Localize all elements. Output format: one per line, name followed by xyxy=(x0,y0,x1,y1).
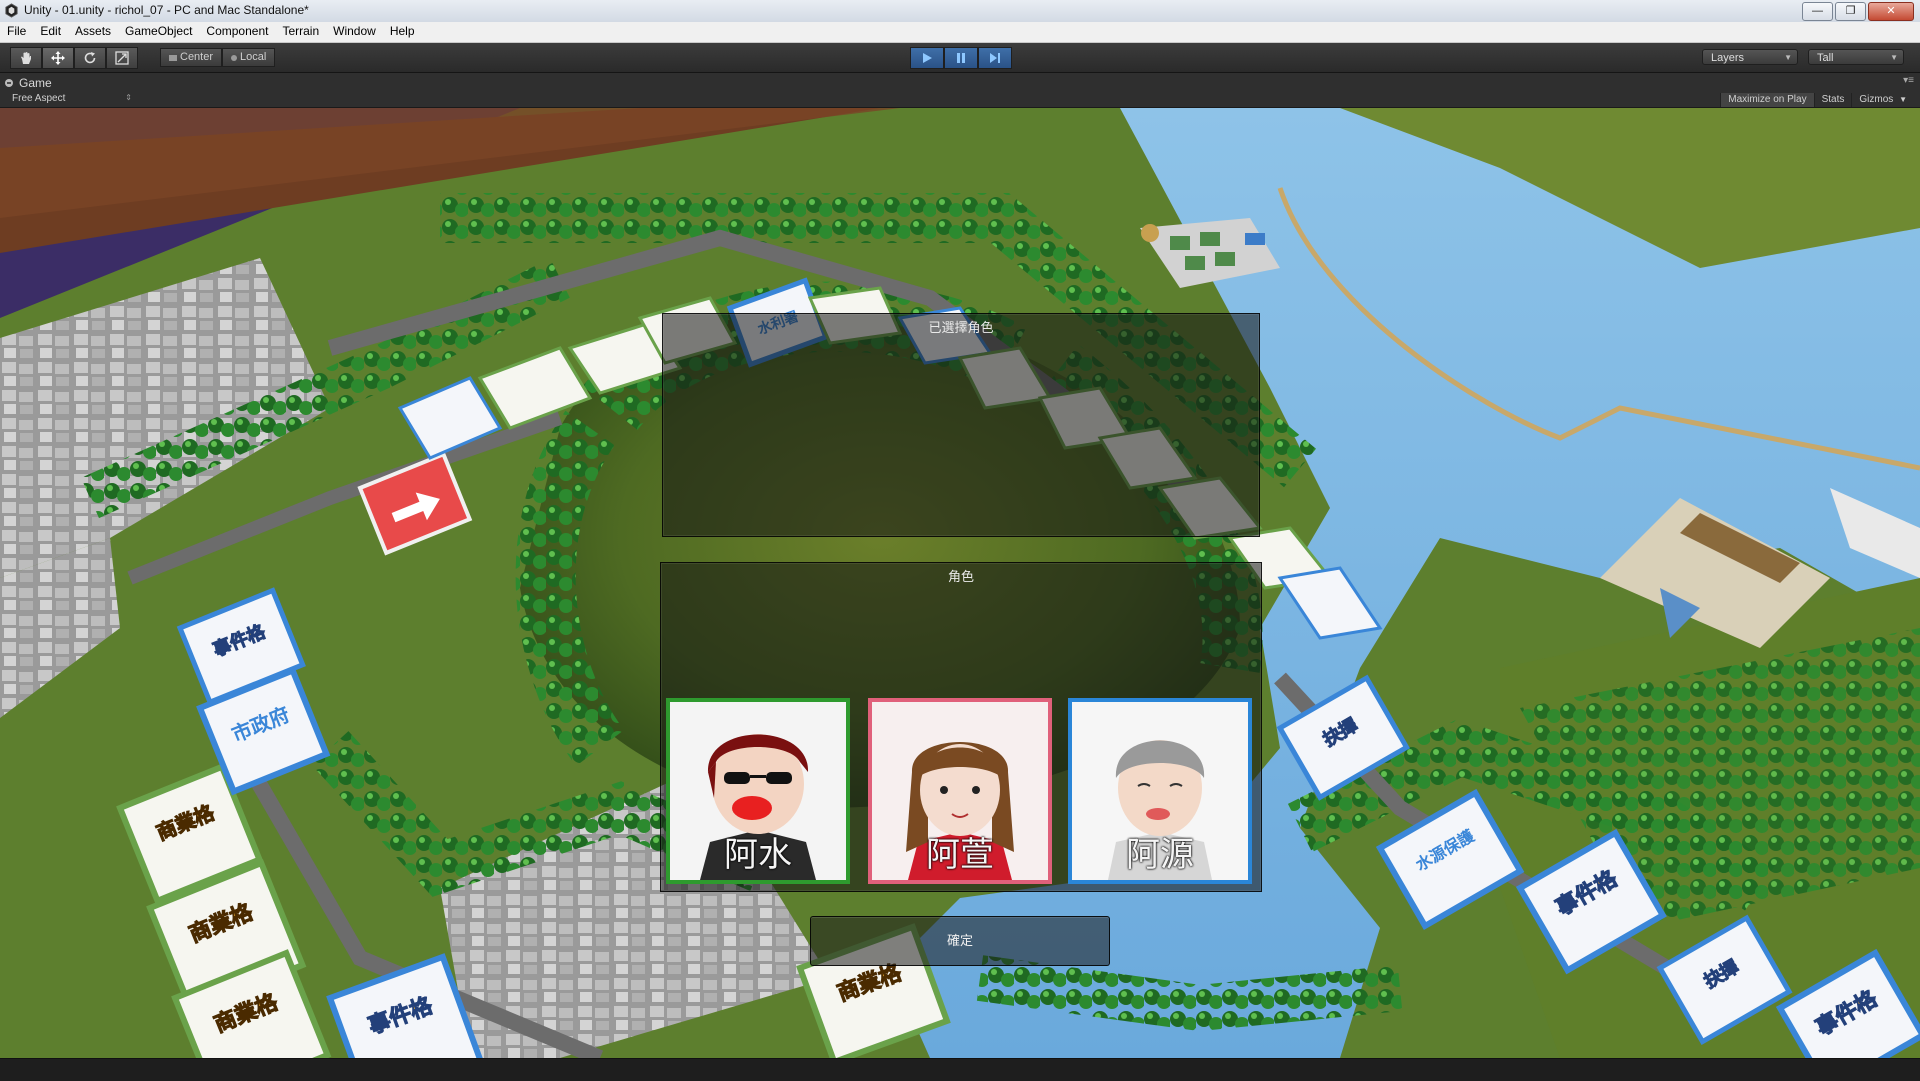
window-title: Unity - 01.unity - richol_07 - PC and Ma… xyxy=(24,3,309,17)
game-tab-label: Game xyxy=(19,76,52,90)
chevron-down-icon: ▼ xyxy=(1784,53,1792,62)
layout-dropdown[interactable]: Tall ▼ xyxy=(1808,49,1904,65)
menu-component[interactable]: Component xyxy=(199,22,275,42)
chevron-down-icon: ▼ xyxy=(1899,95,1907,104)
character-name: 阿水 xyxy=(724,835,792,875)
pivot-center-toggle[interactable]: Center xyxy=(160,48,223,67)
rotate-icon xyxy=(84,52,96,64)
menubar: File Edit Assets GameObject Component Te… xyxy=(0,22,1920,43)
pivot-local-toggle[interactable]: Local xyxy=(222,48,276,67)
layers-dropdown[interactable]: Layers ▼ xyxy=(1702,49,1798,65)
character-card-axuan[interactable]: 阿萱 xyxy=(868,698,1052,884)
play-icon xyxy=(923,53,932,63)
confirm-button[interactable]: 確定 xyxy=(810,916,1110,966)
layers-dropdown-label: Layers xyxy=(1711,52,1745,64)
play-button[interactable] xyxy=(910,47,944,69)
menu-window[interactable]: Window xyxy=(326,22,383,42)
aspect-dropdown[interactable]: Free Aspect ⇕ xyxy=(12,93,132,104)
character-name: 阿萱 xyxy=(926,835,994,875)
pause-button[interactable] xyxy=(944,47,978,69)
gizmos-dropdown[interactable]: Gizmos ▼ xyxy=(1851,93,1914,107)
game-view-buttons: Maximize on Play Stats Gizmos ▼ xyxy=(1720,93,1914,107)
character-select-title: 角色 xyxy=(947,569,974,584)
game-view-header: Game ▾≡ Free Aspect ⇕ Maximize on Play S… xyxy=(0,73,1920,108)
scale-icon xyxy=(115,51,129,65)
maximize-on-play-toggle[interactable]: Maximize on Play xyxy=(1720,93,1814,107)
character-card-ayuan[interactable]: 阿源 xyxy=(1068,698,1252,884)
menu-help[interactable]: Help xyxy=(383,22,422,42)
rotate-tool-button[interactable] xyxy=(74,47,106,69)
updown-arrow-icon: ⇕ xyxy=(125,93,132,102)
pivot-local-label: Local xyxy=(240,51,267,63)
chevron-down-icon: ▼ xyxy=(1890,53,1898,62)
stats-toggle[interactable]: Stats xyxy=(1813,93,1852,107)
close-button[interactable]: ✕ xyxy=(1868,2,1914,21)
pivot-toggles: Center Local xyxy=(160,48,276,67)
step-button[interactable] xyxy=(978,47,1012,69)
pause-icon xyxy=(957,53,965,63)
main-toolbar: Center Local Layers ▼ Tall ▼ xyxy=(0,43,1920,73)
selected-character-title: 已選擇角色 xyxy=(928,320,994,335)
game-viewport[interactable]: 商業格 商業格 商業格 事件格 商業格 事件格 市政府 水源保護 事件格 事件格… xyxy=(0,108,1920,1058)
unity-logo-icon xyxy=(5,3,18,18)
step-icon xyxy=(990,53,1000,63)
menu-file[interactable]: File xyxy=(0,22,33,42)
menu-gameobject[interactable]: GameObject xyxy=(118,22,199,42)
menu-edit[interactable]: Edit xyxy=(33,22,68,42)
minimize-button[interactable]: — xyxy=(1802,2,1833,21)
hand-icon xyxy=(21,52,31,64)
menu-assets[interactable]: Assets xyxy=(68,22,118,42)
selected-character-panel: 已選擇角色 xyxy=(662,313,1260,537)
transform-tools xyxy=(10,47,138,69)
aspect-dropdown-label: Free Aspect xyxy=(12,93,66,104)
move-icon xyxy=(51,51,65,65)
window-titlebar: Unity - 01.unity - richol_07 - PC and Ma… xyxy=(0,0,1920,23)
move-tool-button[interactable] xyxy=(42,47,74,69)
scale-tool-button[interactable] xyxy=(106,47,138,69)
game-controller-icon xyxy=(5,79,13,87)
tab-menu-icon[interactable]: ▾≡ xyxy=(1903,75,1914,86)
hand-tool-button[interactable] xyxy=(10,47,42,69)
character-name: 阿源 xyxy=(1126,835,1194,875)
menu-terrain[interactable]: Terrain xyxy=(275,22,326,42)
gizmos-label: Gizmos xyxy=(1859,94,1894,105)
character-card-ashui[interactable]: 阿水 xyxy=(666,698,850,884)
restore-button[interactable]: ❐ xyxy=(1835,2,1866,21)
game-tab[interactable]: Game xyxy=(4,75,52,91)
playback-controls xyxy=(910,47,1012,69)
pivot-local-icon xyxy=(231,54,238,61)
status-bar xyxy=(0,1058,1920,1081)
layout-dropdown-label: Tall xyxy=(1817,52,1834,64)
pivot-center-label: Center xyxy=(180,51,214,63)
pivot-center-icon xyxy=(169,54,177,61)
